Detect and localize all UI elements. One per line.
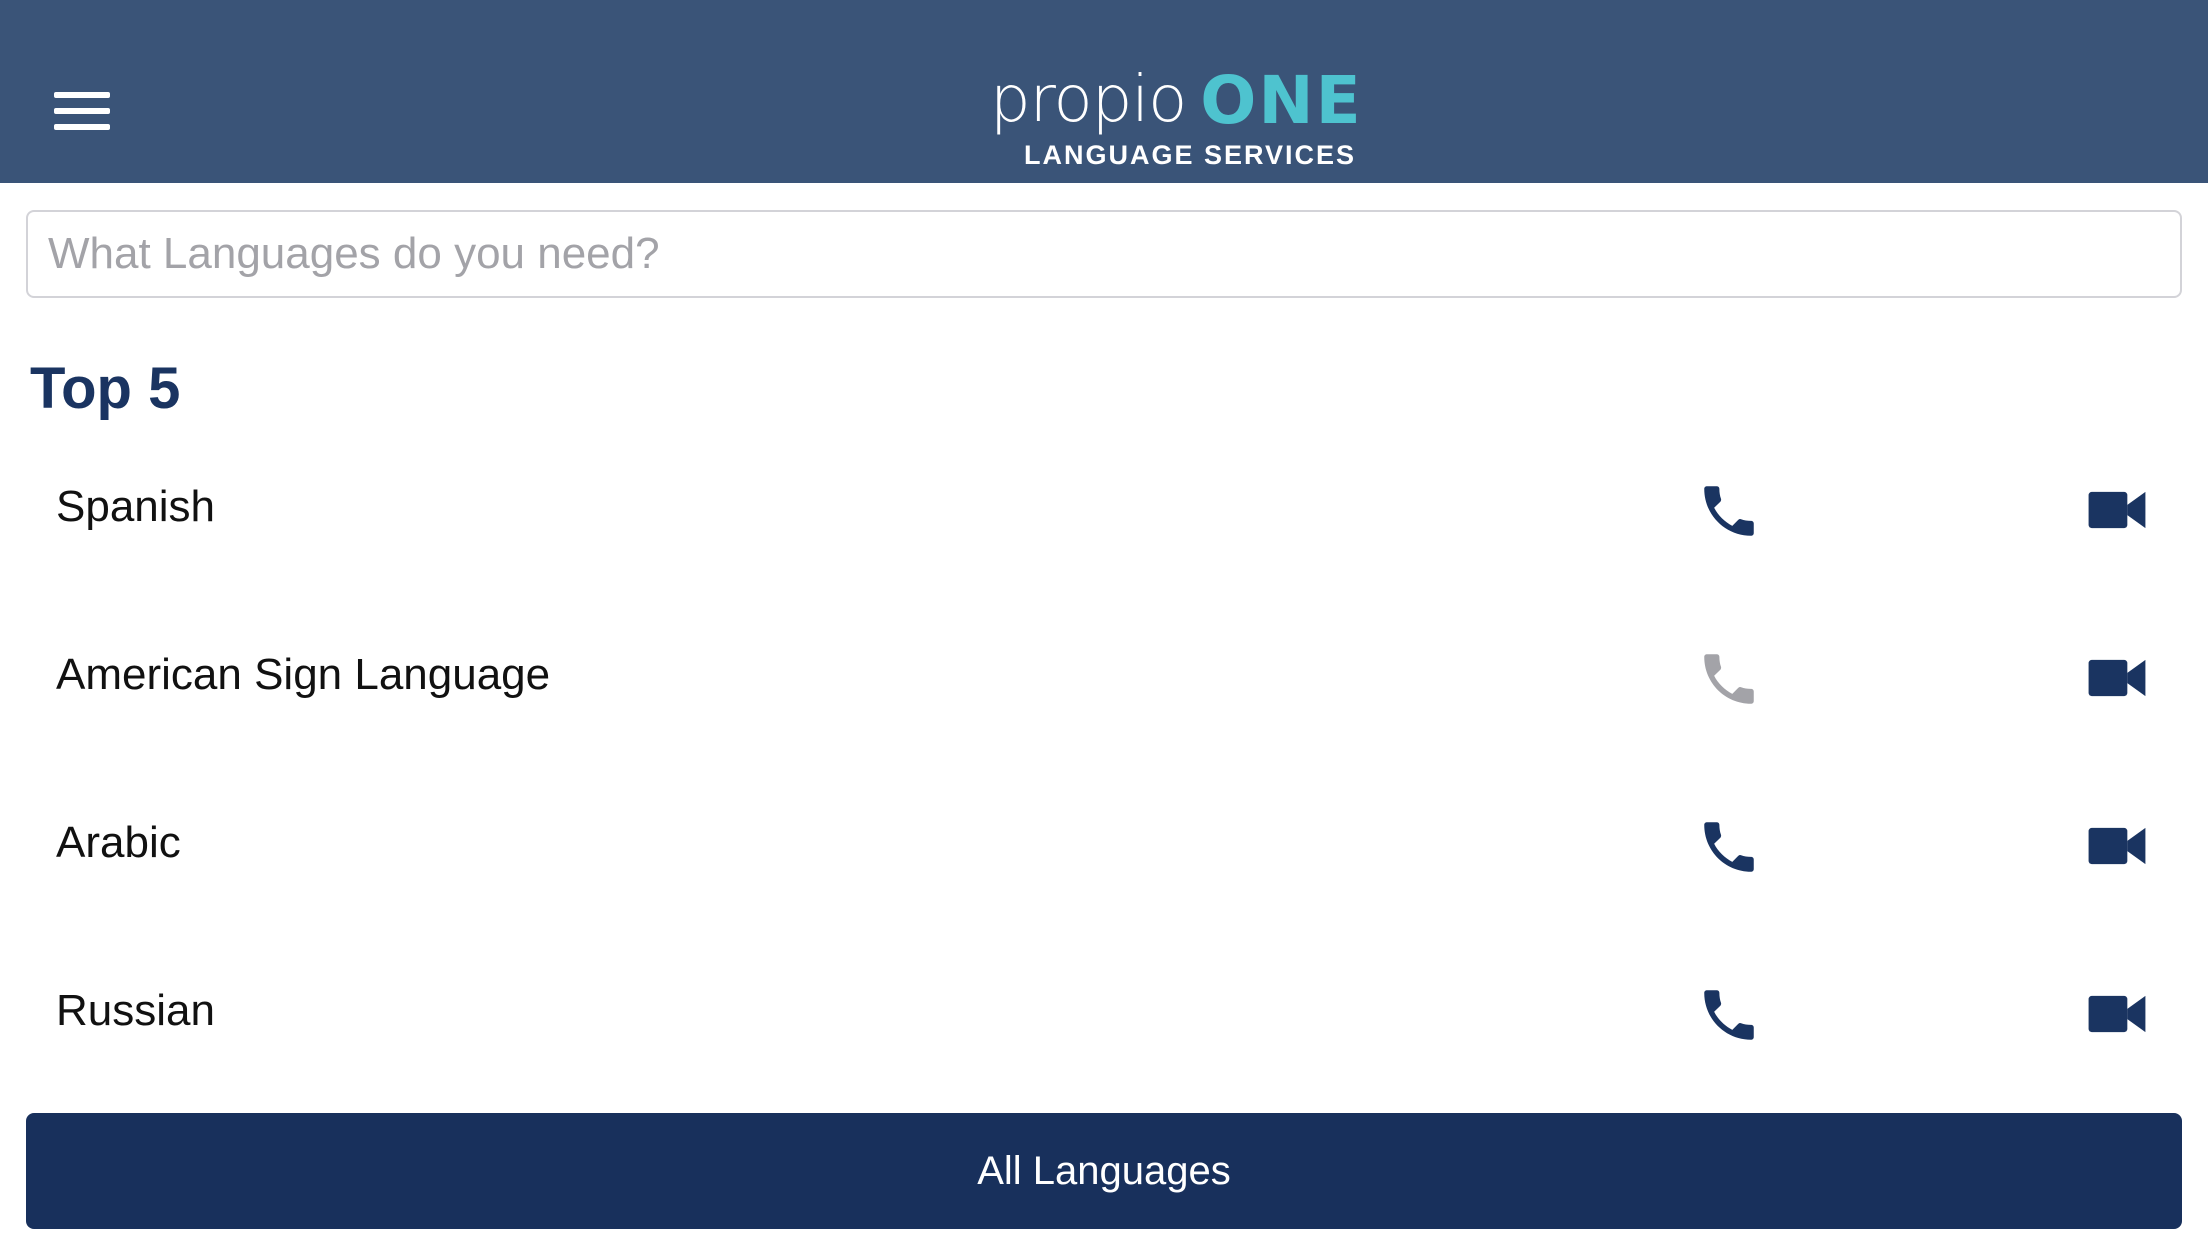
language-row-american-sign-language[interactable]: American Sign Language: [0, 608, 2208, 776]
language-label: Russian: [56, 986, 215, 1035]
video-camera-icon[interactable]: [2086, 820, 2148, 872]
logo-one-text: ONE: [1200, 61, 1363, 139]
phone-icon[interactable]: [1696, 478, 1762, 544]
video-camera-icon[interactable]: [2086, 652, 2148, 704]
video-camera-icon[interactable]: [2086, 484, 2148, 536]
language-label: Arabic: [56, 818, 181, 867]
phone-icon[interactable]: [1696, 982, 1762, 1048]
language-row-spanish[interactable]: Spanish: [0, 440, 2208, 608]
all-languages-button[interactable]: All Languages: [26, 1113, 2182, 1229]
phone-icon[interactable]: [1696, 814, 1762, 880]
language-label: American Sign Language: [56, 650, 551, 699]
video-camera-icon[interactable]: [2086, 988, 2148, 1040]
logo-subtitle: LANGUAGE SERVICES: [1024, 140, 1357, 170]
phone-icon-disabled: [1704, 654, 1754, 704]
propio-one-logo: propio ONE LANGUAGE SERVICES: [990, 61, 1363, 172]
top5-heading: Top 5: [30, 356, 181, 421]
language-search-input[interactable]: [26, 210, 2182, 298]
hamburger-menu-icon[interactable]: [48, 84, 118, 144]
language-row-arabic[interactable]: Arabic: [0, 776, 2208, 944]
language-row-russian[interactable]: Russian: [0, 944, 2208, 1112]
app-header: propio ONE LANGUAGE SERVICES: [0, 0, 2208, 183]
logo-propio-text: propio: [990, 63, 1187, 137]
language-label: Spanish: [56, 482, 216, 531]
